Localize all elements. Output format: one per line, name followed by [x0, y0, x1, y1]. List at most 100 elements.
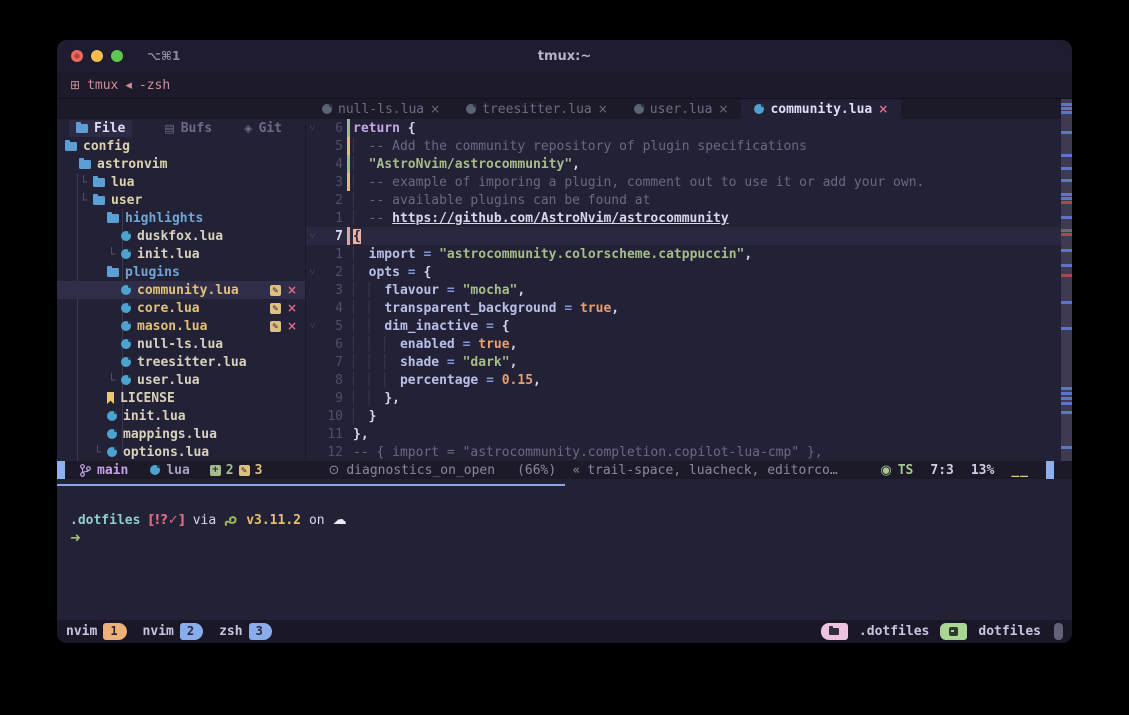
- scrollbar-mark: [1061, 111, 1072, 114]
- titlebar[interactable]: ⌥⌘1 tmux:~: [57, 40, 1072, 72]
- buffer-tab-treesitter.lua[interactable]: treesitter.lua×: [453, 99, 621, 119]
- bufs-icon: ▤: [164, 122, 174, 135]
- code-text: ▏ ▏ ▏ enabled = true,: [353, 337, 517, 352]
- fold-icon[interactable]: ˅: [306, 231, 319, 242]
- code-token: ▏: [353, 211, 369, 226]
- git-sign: [343, 389, 353, 407]
- code-token: "mocha": [463, 283, 518, 298]
- tree-item-user.lua[interactable]: └user.lua: [57, 371, 305, 389]
- session-folder-icon: [821, 623, 848, 640]
- scroll-percent: 13%: [971, 463, 994, 478]
- scrollbar-mark: [1061, 167, 1072, 170]
- ruler-mark: __: [1011, 463, 1029, 478]
- shell-pane[interactable]: .dotfiles [!?✓] via v3.11.2 on ☁ ➜: [57, 479, 1072, 620]
- code-token: import: [369, 247, 416, 262]
- git-sign: [343, 173, 353, 191]
- close-window-button[interactable]: [71, 50, 83, 62]
- neotree-tab-git[interactable]: ◈Git: [244, 121, 282, 136]
- scrollbar[interactable]: [1061, 99, 1072, 461]
- tree-item-null-ls.lua[interactable]: null-ls.lua: [57, 335, 305, 353]
- buffer-close-icon[interactable]: ×: [878, 102, 888, 116]
- tree-item-init.lua[interactable]: init.lua: [57, 407, 305, 425]
- folder-icon: [107, 214, 119, 223]
- fold-icon[interactable]: ˅: [306, 123, 319, 134]
- tree-item-mason.lua[interactable]: mason.lua✎×: [57, 317, 305, 335]
- git-branch[interactable]: main: [80, 463, 128, 478]
- license-icon: [107, 392, 114, 404]
- buffer-tab-null-ls.lua[interactable]: null-ls.lua×: [309, 99, 453, 119]
- editor[interactable]: ˅6return {5▏ -- Add the community reposi…: [305, 119, 1072, 461]
- code-text: ▏ import = "astrocommunity.colorscheme.c…: [353, 247, 752, 262]
- unsaved-close-icon[interactable]: ×: [287, 301, 297, 315]
- tree-item-astronvim[interactable]: astronvim: [57, 155, 305, 173]
- tree-item-LICENSE[interactable]: LICENSE: [57, 389, 305, 407]
- code-text: ▏ ▏ ▏ percentage = 0.15,: [353, 373, 541, 388]
- tree-connector: └: [108, 247, 121, 261]
- code-token: ▏ ▏: [353, 319, 384, 334]
- code-text: ▏ opts = {: [353, 265, 431, 280]
- scrollbar-mark: [1061, 387, 1072, 390]
- buffer-tab-user.lua[interactable]: user.lua×: [621, 99, 742, 119]
- tree-item-core.lua[interactable]: core.lua✎×: [57, 299, 305, 317]
- tree-item-label: LICENSE: [120, 391, 175, 406]
- lsp-progress-percent: (66%): [517, 463, 556, 478]
- code-token: {: [423, 265, 431, 280]
- code-token: ▏: [353, 157, 369, 172]
- scrollbar-mark: [1061, 274, 1072, 277]
- maximize-window-button[interactable]: [111, 50, 123, 62]
- tree-item-highlights[interactable]: highlights: [57, 209, 305, 227]
- code-token: transparent_background: [384, 301, 556, 316]
- tmux-session-label[interactable]: .dotfiles: [859, 624, 929, 639]
- scrollbar-mark: [1061, 392, 1072, 395]
- neotree-tab-bufs[interactable]: ▤Bufs: [164, 121, 212, 136]
- fold-icon[interactable]: ˅: [306, 321, 319, 332]
- code-token: =: [416, 247, 439, 262]
- tree-item-mappings.lua[interactable]: mappings.lua: [57, 425, 305, 443]
- scrollbar-mark: [1061, 411, 1072, 414]
- code-token: ▏ ▏ ▏: [353, 355, 400, 370]
- buffer-close-icon[interactable]: ×: [718, 102, 728, 116]
- tree-item-community.lua[interactable]: community.lua✎×: [57, 281, 305, 299]
- buffer-tab-community.lua[interactable]: community.lua ×: [741, 99, 901, 119]
- code-token: dim_inactive: [384, 319, 478, 334]
- tmux-window-nvim-2[interactable]: nvim2: [143, 623, 204, 640]
- window-shortcut: ⌥⌘1: [147, 49, 180, 63]
- tmux-window-zsh-3[interactable]: zsh3: [219, 623, 272, 640]
- tmux-pane-border[interactable]: [57, 484, 565, 486]
- tree-item-treesitter.lua[interactable]: treesitter.lua: [57, 353, 305, 371]
- code-text: ▏ -- available plugins can be found at: [353, 193, 650, 208]
- code-line: ˅6return {: [306, 119, 1072, 137]
- line-number: 9: [319, 391, 343, 406]
- minimize-window-button[interactable]: [91, 50, 103, 62]
- code-token: ▏: [353, 193, 369, 208]
- code-token: https://github.com/AstroNvim/astrocommun…: [392, 211, 729, 226]
- tree-item-init.lua[interactable]: └init.lua: [57, 245, 305, 263]
- tree-item-duskfox.lua[interactable]: duskfox.lua: [57, 227, 305, 245]
- tmux-window-index: 2: [180, 623, 203, 640]
- code-line: 12-- { import = "astrocommunity.completi…: [306, 443, 1072, 461]
- tree-item-options.lua[interactable]: └options.lua: [57, 443, 305, 461]
- unsaved-close-icon[interactable]: ×: [287, 319, 297, 333]
- tree-item-label: duskfox.lua: [137, 229, 223, 244]
- code-token: ▏ ▏: [353, 391, 384, 406]
- folder-icon: [76, 124, 88, 133]
- unsaved-close-icon[interactable]: ×: [287, 283, 297, 297]
- tree-item-user[interactable]: └user: [57, 191, 305, 209]
- code-token: ▏: [353, 139, 369, 154]
- buffer-close-icon[interactable]: ×: [598, 102, 608, 116]
- git-badges: ✎×: [270, 283, 305, 297]
- code-text: {: [353, 229, 361, 244]
- neotree-tab-file[interactable]: File: [69, 120, 132, 137]
- buffer-tab-label: community.lua: [770, 102, 872, 117]
- tree-item-lua[interactable]: └lua: [57, 173, 305, 191]
- tmux-window-nvim-1[interactable]: nvim1: [66, 623, 127, 640]
- tree-item-config[interactable]: config: [57, 137, 305, 155]
- buffer-close-icon[interactable]: ×: [430, 102, 440, 116]
- fold-icon[interactable]: ˅: [306, 267, 319, 278]
- scrollbar-mark: [1061, 216, 1072, 219]
- prompt-input-line[interactable]: ➜: [70, 531, 81, 546]
- tree-item-plugins[interactable]: plugins: [57, 263, 305, 281]
- code-text: ▏ ▏ flavour = "mocha",: [353, 283, 525, 298]
- scrollbar-mark: [1061, 402, 1072, 405]
- code-token: enabled: [400, 337, 455, 352]
